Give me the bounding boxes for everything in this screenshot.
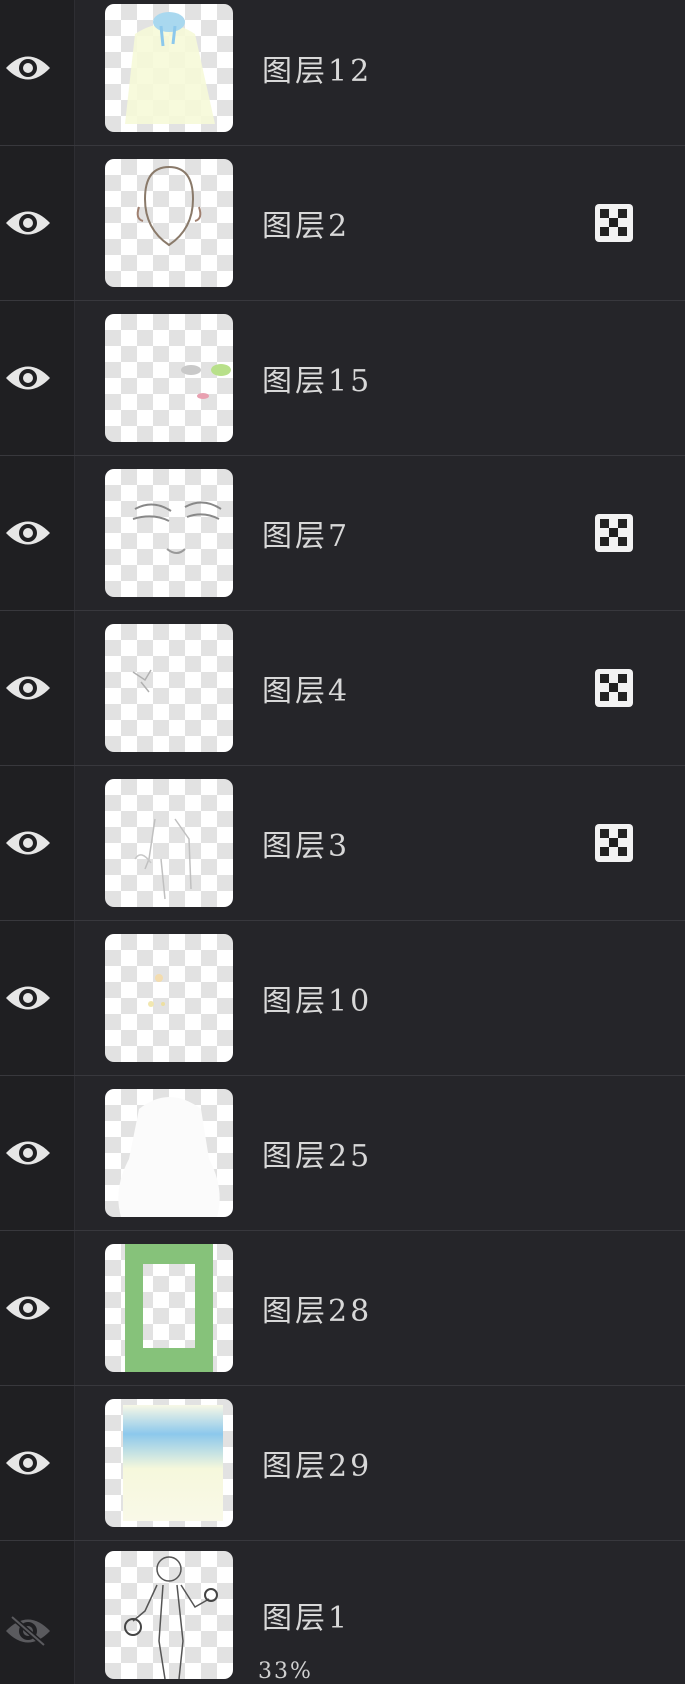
eye-icon[interactable] — [4, 981, 52, 1015]
layer-thumbnail[interactable] — [105, 1399, 233, 1527]
layer-thumbnail[interactable] — [105, 934, 233, 1062]
checker-mask-icon[interactable] — [595, 514, 633, 552]
layer-row[interactable]: 图层7 — [0, 456, 685, 611]
layer-thumbnail[interactable] — [105, 779, 233, 907]
layer-row[interactable]: 图层29 — [0, 1386, 685, 1541]
eye-icon[interactable] — [4, 206, 52, 240]
layer-name: 图层10 — [262, 984, 373, 1019]
layer-thumbnail[interactable] — [105, 1089, 233, 1217]
layer-row[interactable]: 图层15 — [0, 301, 685, 456]
layer-thumbnail[interactable] — [105, 624, 233, 752]
layer-row[interactable]: 图层28 — [0, 1231, 685, 1386]
checker-mask-icon[interactable] — [595, 824, 633, 862]
eye-icon[interactable] — [4, 361, 52, 395]
layer-name: 图层12 — [262, 54, 373, 89]
checker-mask-icon[interactable] — [595, 669, 633, 707]
layer-thumbnail[interactable] — [105, 1551, 233, 1679]
eye-icon[interactable] — [4, 516, 52, 550]
eye-icon[interactable] — [4, 1446, 52, 1480]
eye-slash-icon[interactable] — [4, 1614, 52, 1648]
layer-row[interactable]: 图层2 — [0, 146, 685, 301]
eye-icon[interactable] — [4, 671, 52, 705]
eye-icon[interactable] — [4, 826, 52, 860]
layer-opacity: 33% — [258, 1659, 313, 1684]
layer-row[interactable]: 图层25 — [0, 1076, 685, 1231]
layer-thumbnail[interactable] — [105, 4, 233, 132]
layer-name: 图层4 — [262, 674, 351, 709]
layer-name: 图层3 — [262, 829, 351, 864]
checker-mask-icon[interactable] — [595, 204, 633, 242]
layer-thumbnail[interactable] — [105, 159, 233, 287]
layer-name: 图层28 — [262, 1294, 373, 1329]
layer-row[interactable]: 图层10 — [0, 921, 685, 1076]
layers-panel: 图层12 图层2 图层15 图层7 图层4 图层3 图层10 图层25 图层28… — [0, 0, 685, 1684]
eye-icon[interactable] — [4, 51, 52, 85]
layer-name: 图层2 — [262, 209, 351, 244]
layer-name: 图层25 — [262, 1139, 373, 1174]
layer-thumbnail[interactable] — [105, 469, 233, 597]
eye-icon[interactable] — [4, 1291, 52, 1325]
eye-icon[interactable] — [4, 1136, 52, 1170]
layer-name: 图层1 — [262, 1601, 351, 1636]
layer-row[interactable]: 图层12 — [0, 0, 685, 146]
layer-name: 图层7 — [262, 519, 351, 554]
layer-name: 图层29 — [262, 1449, 373, 1484]
layer-row[interactable]: 图层3 — [0, 766, 685, 921]
layer-thumbnail[interactable] — [105, 1244, 233, 1372]
layer-name: 图层15 — [262, 364, 373, 399]
layer-thumbnail[interactable] — [105, 314, 233, 442]
layer-row[interactable]: 图层1 33% — [0, 1541, 685, 1684]
layer-row[interactable]: 图层4 — [0, 611, 685, 766]
